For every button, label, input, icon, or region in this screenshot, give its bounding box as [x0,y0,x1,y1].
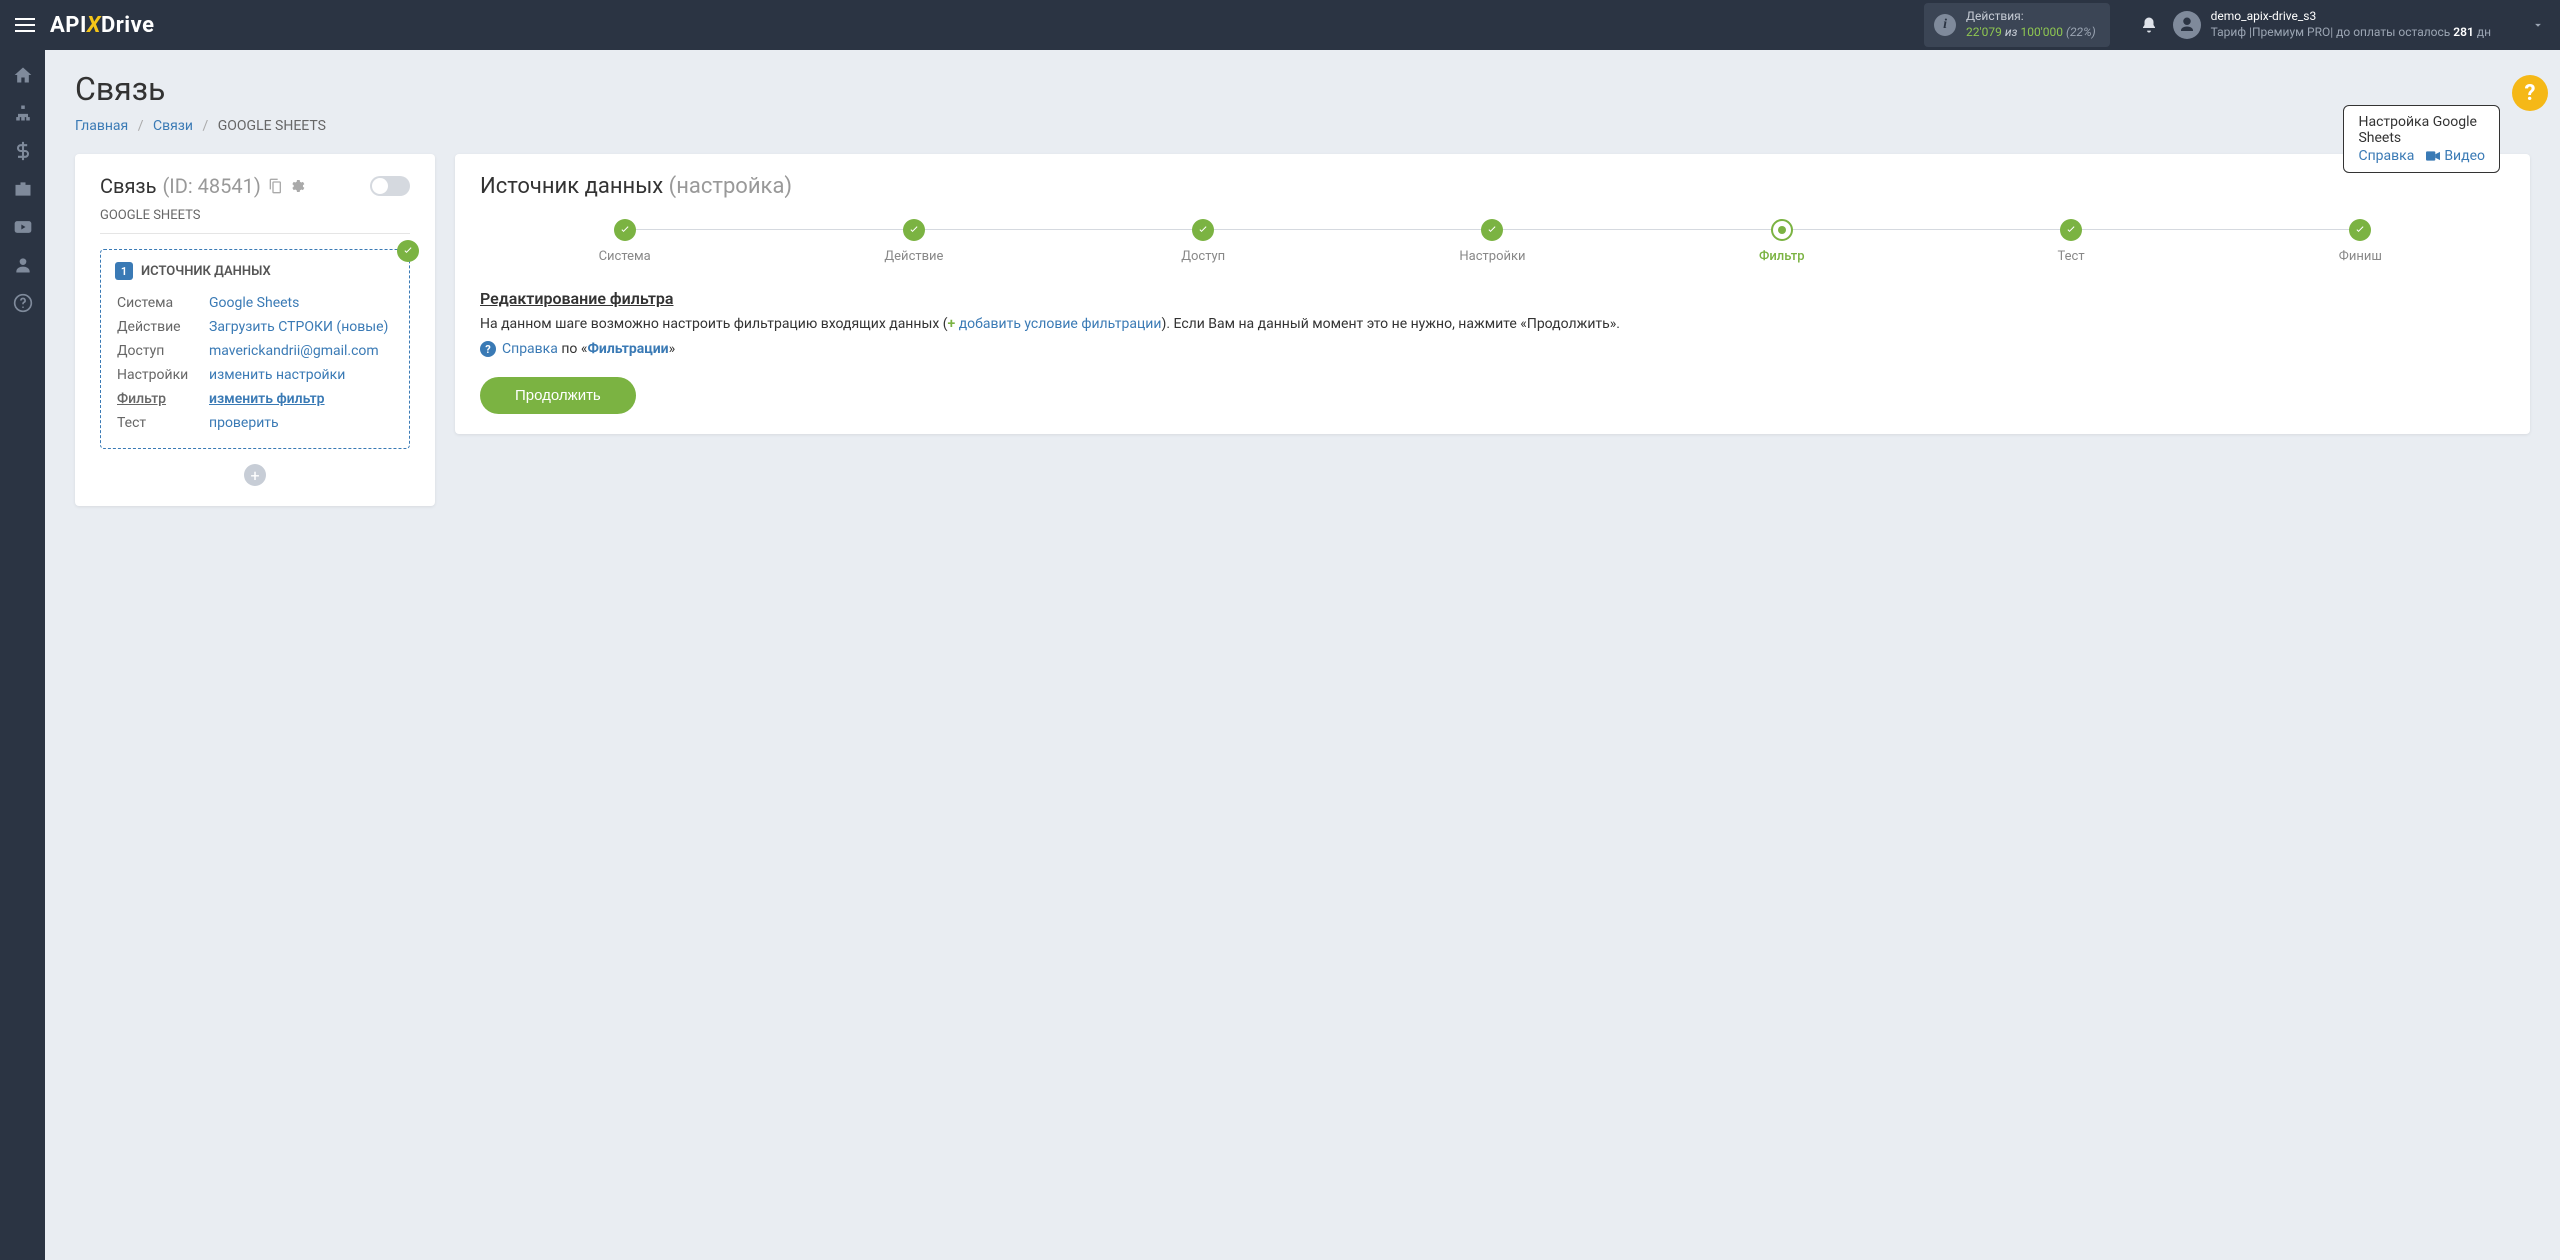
connection-id: (ID: 48541) [162,174,260,198]
step-settings[interactable]: Настройки [1348,219,1637,264]
copy-icon[interactable] [267,178,283,194]
logo-x: X [87,13,101,38]
action-link[interactable]: Загрузить СТРОКИ (новые) [209,319,388,335]
step-system[interactable]: Система [480,219,769,264]
breadcrumb: Главная / Связи / GOOGLE SHEETS [75,118,2530,134]
sidebar [0,50,45,1260]
row-access: Доступmaverickandrii@gmail.com [117,340,393,362]
row-settings: Настройкиизменить настройки [117,364,393,386]
user-name: demo_apix-drive_s3 [2211,9,2491,25]
actions-of: из [2005,25,2018,39]
reference-link[interactable]: Справка [502,341,558,357]
row-filter: Фильтризменить фильтр [117,388,393,410]
actions-label: Действия: [1966,9,2096,25]
gear-icon[interactable] [289,178,305,194]
add-filter-link[interactable]: + добавить условие фильтрации [948,316,1162,332]
breadcrumb-home[interactable]: Главная [75,118,128,134]
row-system: СистемаGoogle Sheets [117,292,393,314]
source-details: СистемаGoogle Sheets ДействиеЗагрузить С… [115,290,395,436]
page-title: Связь [75,70,2530,108]
section-title: Редактирование фильтра [480,289,2505,308]
help-box: Настройка Google Sheets Справка Видео [2343,105,2500,173]
breadcrumb-links[interactable]: Связи [153,118,193,134]
help-q-icon: ? [480,341,496,357]
source-header: 1 ИСТОЧНИК ДАННЫХ [115,262,395,280]
stepper: Система Действие Доступ Настройки Фильтр… [480,219,2505,264]
help-topic[interactable]: Фильтрации [587,341,668,357]
avatar-icon [2173,11,2201,39]
logo[interactable]: APIXDrive [50,13,155,38]
system-link[interactable]: Google Sheets [209,295,299,311]
connection-toggle[interactable] [370,176,410,196]
continue-button[interactable]: Продолжить [480,377,636,414]
home-icon[interactable] [13,65,33,85]
logo-text: API [50,13,87,38]
step-action[interactable]: Действие [769,219,1058,264]
settings-link[interactable]: изменить настройки [209,367,345,383]
help-title: Настройка Google Sheets [2358,114,2485,146]
help-widget: ? Настройка Google Sheets Справка Видео [2512,75,2530,111]
source-box: 1 ИСТОЧНИК ДАННЫХ СистемаGoogle Sheets Д… [100,249,410,449]
user-icon[interactable] [13,255,33,275]
help-icon[interactable] [13,293,33,313]
help-line: ? Справка по «Фильтрации» [480,341,2505,357]
step-finish[interactable]: Финиш [2216,219,2505,264]
actions-used: 22'079 [1966,25,2002,39]
breadcrumb-current: GOOGLE SHEETS [218,118,326,134]
section-description: На данном шаге возможно настроить фильтр… [480,314,2505,335]
row-action: ДействиеЗагрузить СТРОКИ (новые) [117,316,393,338]
check-icon [397,240,419,262]
help-video-link[interactable]: Видео [2426,148,2485,164]
info-icon: i [1934,14,1956,36]
wizard-title: Источник данных (настройка) [480,174,2505,199]
step-access[interactable]: Доступ [1059,219,1348,264]
top-header: APIXDrive i Действия: 22'079 из 100'000 … [0,0,2560,50]
chevron-down-icon[interactable] [2531,18,2545,32]
test-link[interactable]: проверить [209,415,279,431]
actions-total: 100'000 [2020,25,2063,39]
logo-text-2: Drive [101,13,155,38]
help-reference-link[interactable]: Справка [2358,148,2414,164]
user-menu[interactable]: demo_apix-drive_s3 Тариф |Премиум PRO| д… [2173,9,2491,40]
video-camera-icon [2426,151,2440,161]
row-test: Тестпроверить [117,412,393,434]
actions-pct: (22%) [2066,25,2096,39]
main-content: Связь Главная / Связи / GOOGLE SHEETS ? … [45,50,2560,526]
connection-card: Связь (ID: 48541) GOOGLE SHEETS 1 ИСТОЧН… [75,154,435,506]
source-title: ИСТОЧНИК ДАННЫХ [141,264,271,279]
source-number-badge: 1 [115,262,133,280]
dollar-icon[interactable] [13,141,33,161]
briefcase-icon[interactable] [13,179,33,199]
step-filter[interactable]: Фильтр [1637,219,1926,264]
filter-link[interactable]: изменить фильтр [209,391,325,407]
wizard-subtitle: (настройка) [669,174,792,199]
sitemap-icon[interactable] [13,103,33,123]
add-button[interactable]: + [244,464,266,486]
bell-icon[interactable] [2140,16,2158,34]
menu-hamburger-icon[interactable] [15,18,35,32]
help-question-icon[interactable]: ? [2512,75,2548,111]
actions-counter[interactable]: i Действия: 22'079 из 100'000 (22%) [1924,3,2110,46]
step-test[interactable]: Тест [1926,219,2215,264]
connection-title: Связь (ID: 48541) [100,174,305,198]
connection-subtitle: GOOGLE SHEETS [100,208,410,234]
wizard-card: Источник данных (настройка) Система Дейс… [455,154,2530,434]
tariff-line: Тариф |Премиум PRO| до оплаты осталось 2… [2211,25,2491,41]
access-link[interactable]: maverickandrii@gmail.com [209,343,379,359]
youtube-icon[interactable] [13,217,33,237]
